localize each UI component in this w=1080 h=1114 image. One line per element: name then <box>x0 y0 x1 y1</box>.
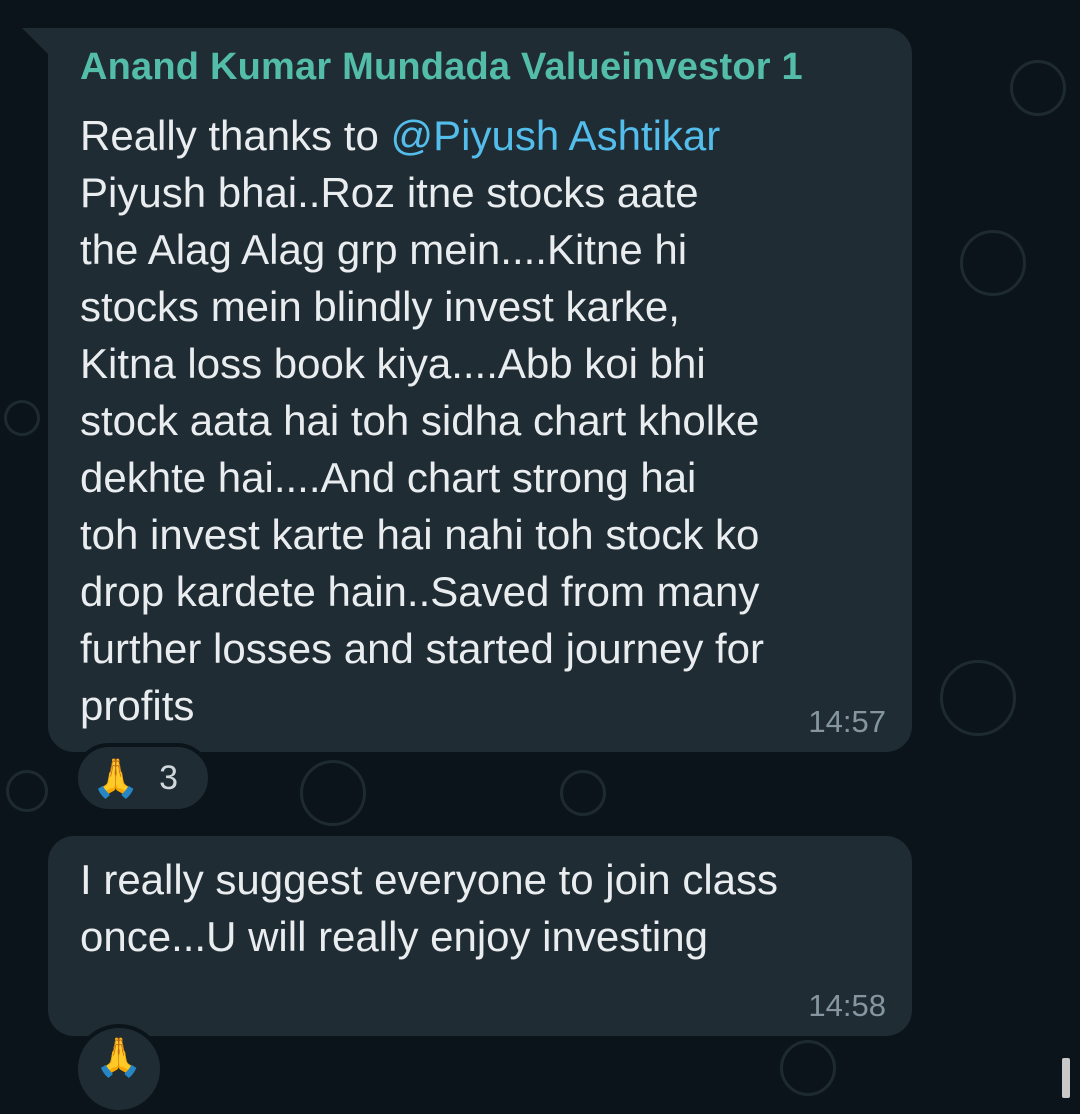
wallpaper-doodle <box>960 230 1026 296</box>
wallpaper-doodle <box>4 400 40 436</box>
reaction-pill[interactable]: 🙏 <box>74 1024 164 1114</box>
message-bubble[interactable]: Anand Kumar Mundada Valueinvestor 1 Real… <box>48 28 912 752</box>
wallpaper-doodle <box>6 770 48 812</box>
sender-name[interactable]: Anand Kumar Mundada Valueinvestor 1 <box>80 46 803 89</box>
message-bubble[interactable]: I really suggest everyone to join class … <box>48 836 912 1036</box>
wallpaper-doodle <box>560 770 606 816</box>
folded-hands-emoji-icon: 🙏 <box>92 756 140 800</box>
message-text[interactable]: Really thanks to @Piyush Ashtikar Piyush… <box>80 107 900 734</box>
wallpaper-doodle <box>780 1040 836 1096</box>
wallpaper-doodle <box>940 660 1016 736</box>
message-text-prefix: Really thanks to <box>80 112 391 159</box>
message-bubble-tail <box>22 28 50 56</box>
wallpaper-doodle <box>1010 60 1066 116</box>
message-timestamp: 14:58 <box>808 988 886 1023</box>
message-text-body: Piyush bhai..Roz itne stocks aate the Al… <box>80 169 765 729</box>
message-timestamp: 14:57 <box>808 704 886 739</box>
folded-hands-emoji-icon: 🙏 <box>95 1035 143 1079</box>
wallpaper-doodle <box>300 760 366 826</box>
message-text[interactable]: I really suggest everyone to join class … <box>80 851 900 965</box>
mention-link[interactable]: @Piyush Ashtikar <box>391 112 721 159</box>
reaction-count: 3 <box>159 758 178 797</box>
reaction-pill[interactable]: 🙏 3 <box>74 743 212 813</box>
scrollbar[interactable] <box>1062 1058 1070 1098</box>
